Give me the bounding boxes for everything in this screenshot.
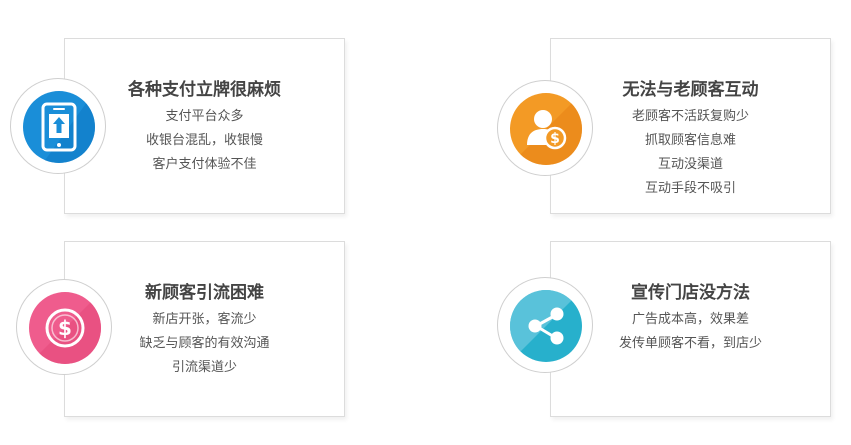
- card-line: 互动手段不吸引: [644, 181, 736, 196]
- icon-badge-new-customers: $: [16, 279, 112, 375]
- feature-card-payment: 各种支付立牌很麻烦 支付平台众多 收银台混乱，收银慢 客户支付体验不佳: [64, 38, 345, 214]
- icon-badge-payment: [10, 78, 106, 174]
- card-title: 新顾客引流困难: [145, 283, 264, 303]
- card-line: 支付平台众多: [165, 109, 244, 124]
- dollar-coin-icon: $: [29, 292, 101, 364]
- svg-text:$: $: [58, 316, 72, 340]
- card-line: 引流渠道少: [171, 360, 237, 375]
- card-line: 抓取顾客信息难: [644, 133, 736, 148]
- tablet-upload-icon: [23, 91, 95, 163]
- svg-text:$: $: [550, 131, 560, 147]
- customer-dollar-icon: $: [510, 93, 582, 165]
- card-line: 客户支付体验不佳: [152, 157, 257, 172]
- card-title: 各种支付立牌很麻烦: [128, 80, 281, 100]
- card-description: 支付平台众多 收银台混乱，收银慢 客户支付体验不佳: [65, 105, 344, 177]
- icon-badge-promotion: [497, 277, 593, 373]
- card-description: 广告成本高，效果差 发传单顾客不看，到店少: [551, 308, 830, 356]
- card-line: 互动没渠道: [657, 157, 723, 172]
- share-icon: [510, 290, 582, 362]
- card-title: 宣传门店没方法: [631, 283, 750, 303]
- card-line: 发传单顾客不看，到店少: [618, 336, 762, 351]
- card-description: 老顾客不活跃复购少 抓取顾客信息难 互动没渠道 互动手段不吸引: [551, 105, 830, 201]
- card-line: 收银台混乱，收银慢: [145, 133, 263, 148]
- card-title: 无法与老顾客互动: [622, 80, 759, 100]
- icon-badge-interaction: $: [497, 80, 593, 176]
